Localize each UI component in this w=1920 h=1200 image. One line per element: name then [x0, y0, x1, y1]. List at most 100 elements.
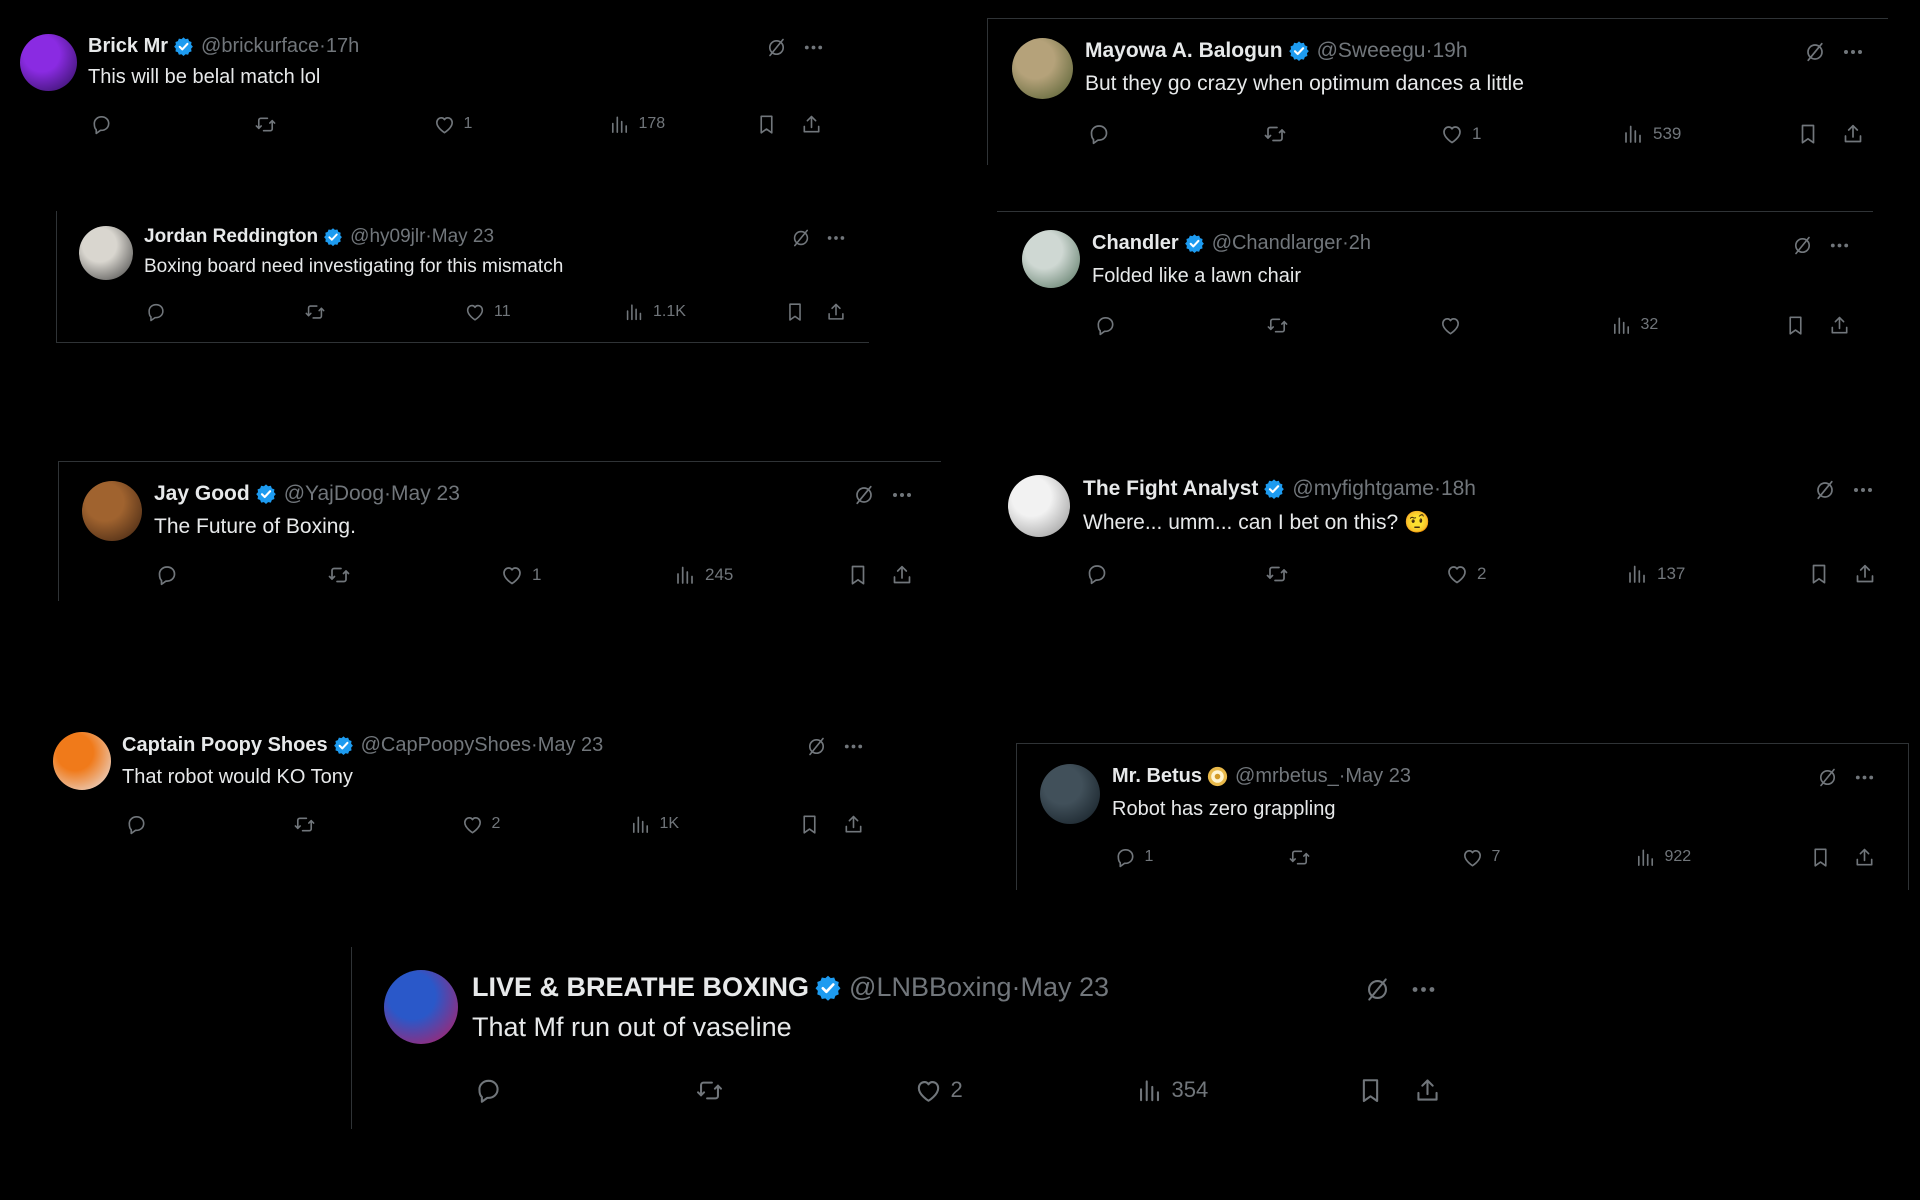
user-handle[interactable]: @Chandlarger: [1212, 232, 1342, 255]
bookmark-button[interactable]: [755, 113, 778, 136]
reply-button[interactable]: [125, 813, 156, 836]
reply-button[interactable]: [1085, 562, 1117, 586]
like-button[interactable]: 11: [464, 301, 511, 323]
views-button[interactable]: 922: [1634, 846, 1691, 869]
avatar[interactable]: [1012, 38, 1073, 99]
timestamp[interactable]: May 23: [391, 482, 460, 506]
user-handle[interactable]: @YajDoog: [284, 482, 384, 506]
avatar[interactable]: [1040, 764, 1100, 824]
bookmark-button[interactable]: [1796, 122, 1820, 146]
reply-button[interactable]: [90, 113, 121, 136]
user-handle[interactable]: @LNBBoxing: [849, 972, 1012, 1003]
reply-button[interactable]: [155, 563, 187, 587]
retweet-button[interactable]: [1263, 122, 1287, 146]
timestamp[interactable]: May 23: [432, 226, 494, 248]
share-button[interactable]: [842, 813, 865, 836]
timestamp[interactable]: 19h: [1432, 39, 1467, 63]
display-name[interactable]: Mayowa A. Balogun: [1085, 39, 1283, 63]
grok-button[interactable]: [765, 36, 788, 59]
grok-button[interactable]: [1803, 40, 1827, 64]
timestamp[interactable]: May 23: [1345, 765, 1411, 788]
user-handle[interactable]: @mrbetus_: [1235, 765, 1339, 788]
timestamp[interactable]: 18h: [1441, 477, 1476, 501]
grok-button[interactable]: [1363, 975, 1392, 1004]
avatar[interactable]: [79, 226, 133, 280]
bookmark-button[interactable]: [1784, 314, 1807, 337]
views-button[interactable]: 539: [1621, 122, 1681, 146]
reply-button[interactable]: 1: [1114, 846, 1153, 869]
share-button[interactable]: [1841, 122, 1865, 146]
more-options-button[interactable]: [1841, 40, 1865, 64]
display-name[interactable]: Chandler: [1092, 232, 1179, 255]
bookmark-button[interactable]: [1807, 562, 1831, 586]
like-button[interactable]: 7: [1461, 846, 1500, 869]
more-options-button[interactable]: [1409, 975, 1438, 1004]
grok-button[interactable]: [805, 735, 828, 758]
grok-button[interactable]: [1813, 478, 1837, 502]
retweet-button[interactable]: [304, 301, 326, 323]
bookmark-button[interactable]: [846, 563, 870, 587]
bookmark-button[interactable]: [798, 813, 821, 836]
retweet-button[interactable]: [695, 1076, 724, 1105]
share-button[interactable]: [1413, 1076, 1442, 1105]
timestamp[interactable]: May 23: [538, 734, 604, 757]
user-handle[interactable]: @CapPoopyShoes: [361, 734, 531, 757]
views-button[interactable]: 178: [608, 113, 665, 136]
display-name[interactable]: The Fight Analyst: [1083, 477, 1258, 501]
timestamp[interactable]: 17h: [326, 35, 359, 58]
user-handle[interactable]: @Sweeegu: [1317, 39, 1426, 63]
timestamp[interactable]: 2h: [1349, 232, 1371, 255]
bookmark-button[interactable]: [784, 301, 806, 323]
display-name[interactable]: LIVE & BREATHE BOXING: [472, 972, 809, 1003]
views-button[interactable]: 1K: [629, 813, 679, 836]
display-name[interactable]: Mr. Betus: [1112, 765, 1202, 788]
reply-button[interactable]: [1087, 122, 1119, 146]
more-options-button[interactable]: [802, 36, 825, 59]
like-button[interactable]: 1: [500, 563, 541, 587]
like-button[interactable]: [1439, 314, 1470, 337]
avatar[interactable]: [20, 34, 77, 91]
share-button[interactable]: [1828, 314, 1851, 337]
bookmark-button[interactable]: [1356, 1076, 1385, 1105]
views-button[interactable]: 1.1K: [623, 301, 686, 323]
views-button[interactable]: 354: [1135, 1076, 1208, 1105]
user-handle[interactable]: @hy09jlr: [350, 226, 425, 248]
grok-button[interactable]: [790, 227, 812, 249]
avatar[interactable]: [82, 481, 142, 541]
share-button[interactable]: [825, 301, 847, 323]
retweet-button[interactable]: [1288, 846, 1311, 869]
like-button[interactable]: 2: [914, 1076, 963, 1105]
more-options-button[interactable]: [825, 227, 847, 249]
display-name[interactable]: Brick Mr: [88, 35, 168, 58]
retweet-button[interactable]: [1265, 562, 1289, 586]
avatar[interactable]: [1008, 475, 1070, 537]
more-options-button[interactable]: [1853, 766, 1876, 789]
display-name[interactable]: Captain Poopy Shoes: [122, 734, 328, 757]
more-options-button[interactable]: [890, 483, 914, 507]
reply-button[interactable]: [1094, 314, 1125, 337]
views-button[interactable]: 32: [1610, 314, 1658, 337]
share-button[interactable]: [800, 113, 823, 136]
reply-button[interactable]: [474, 1076, 511, 1105]
timestamp[interactable]: May 23: [1021, 972, 1110, 1003]
more-options-button[interactable]: [1851, 478, 1875, 502]
retweet-button[interactable]: [254, 113, 277, 136]
views-button[interactable]: 245: [673, 563, 733, 587]
user-handle[interactable]: @brickurface: [201, 35, 319, 58]
avatar[interactable]: [1022, 230, 1080, 288]
retweet-button[interactable]: [327, 563, 351, 587]
share-button[interactable]: [1853, 562, 1877, 586]
display-name[interactable]: Jay Good: [154, 482, 250, 506]
like-button[interactable]: 2: [461, 813, 500, 836]
like-button[interactable]: 1: [1440, 122, 1481, 146]
share-button[interactable]: [890, 563, 914, 587]
reply-button[interactable]: [145, 301, 175, 323]
grok-button[interactable]: [1816, 766, 1839, 789]
avatar[interactable]: [53, 732, 111, 790]
views-button[interactable]: 137: [1625, 562, 1685, 586]
more-options-button[interactable]: [1828, 234, 1851, 257]
share-button[interactable]: [1853, 846, 1876, 869]
grok-button[interactable]: [1791, 234, 1814, 257]
avatar[interactable]: [384, 970, 458, 1044]
grok-button[interactable]: [852, 483, 876, 507]
